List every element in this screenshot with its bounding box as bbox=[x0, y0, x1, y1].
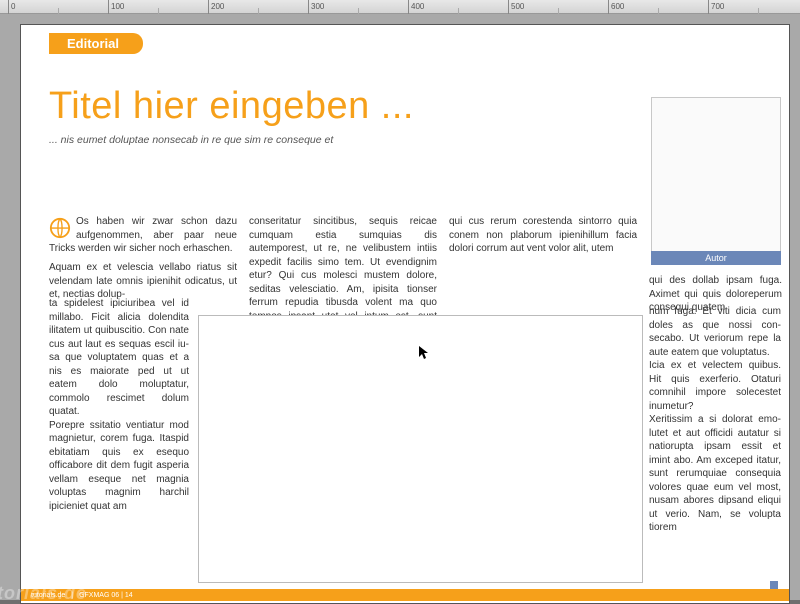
page-title[interactable]: Titel hier eingeben ... bbox=[49, 85, 609, 128]
page-footer: tutorials.de | GFXMAG 06 | 14 bbox=[21, 589, 789, 601]
body-col3[interactable]: qui cus rerum coresten­da sintorro quia … bbox=[449, 215, 637, 305]
author-label[interactable]: Autor bbox=[651, 251, 781, 265]
ruler-tick: 600 bbox=[608, 0, 624, 14]
author-image-placeholder[interactable] bbox=[651, 97, 781, 257]
title-block[interactable]: Titel hier eingeben ... ... nis eumet do… bbox=[49, 85, 609, 146]
text-overflow-icon[interactable] bbox=[770, 581, 778, 589]
ruler-tick: 0 bbox=[8, 0, 15, 14]
body-col2[interactable]: conseritatur sincitibus, sequis reicae c… bbox=[249, 215, 437, 305]
body-col1-intro[interactable]: Os haben wir zwar schon dazu aufgenom­me… bbox=[49, 215, 237, 256]
body-col1-narrow[interactable]: ta spidelest ipiciuribea vel id millabo.… bbox=[49, 297, 189, 592]
page-subtitle[interactable]: ... nis eumet doluptae nonsecab in re qu… bbox=[49, 134, 609, 146]
globe-icon bbox=[49, 217, 71, 239]
horizontal-ruler[interactable]: 0 100 200 300 400 500 600 700 bbox=[0, 0, 800, 14]
document-page[interactable]: Editorial Titel hier eingeben ... ... ni… bbox=[20, 24, 790, 604]
pasteboard[interactable]: Editorial Titel hier eingeben ... ... ni… bbox=[0, 14, 800, 600]
ruler-tick: 300 bbox=[308, 0, 324, 14]
image-placeholder-frame[interactable] bbox=[198, 315, 643, 583]
ruler-tick: 700 bbox=[708, 0, 724, 14]
ruler-tick: 100 bbox=[108, 0, 124, 14]
footer-mid: GFXMAG 06 | 14 bbox=[79, 592, 133, 599]
section-tab[interactable]: Editorial bbox=[49, 33, 143, 54]
body-col4-narrow[interactable]: num fuga. Et viti dicia cum doles as que… bbox=[649, 305, 781, 595]
ruler-tick: 200 bbox=[208, 0, 224, 14]
body-col1[interactable]: Aquam ex et velescia vellabo riatus sit … bbox=[49, 261, 237, 301]
ruler-tick: 500 bbox=[508, 0, 524, 14]
body-col4-top[interactable]: qui des dollab ipsam fu­ga. Aximet qui q… bbox=[649, 274, 782, 304]
watermark: utorials.de bbox=[0, 583, 87, 604]
ruler-tick: 400 bbox=[408, 0, 424, 14]
